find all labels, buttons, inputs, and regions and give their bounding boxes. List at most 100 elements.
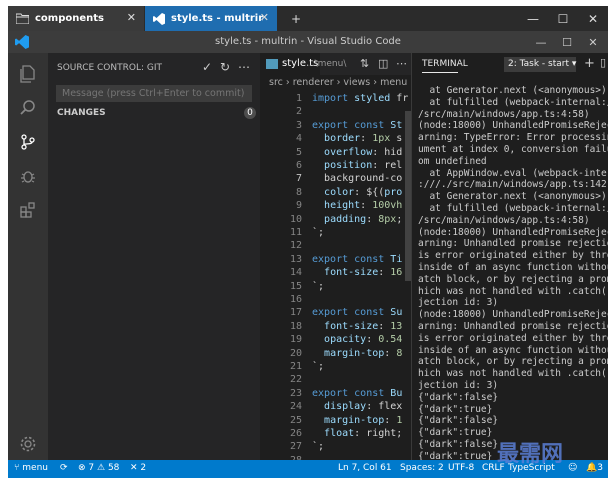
- os-tab-components[interactable]: components ✕: [8, 6, 144, 31]
- extra-problems-status[interactable]: ✕ 2: [130, 463, 146, 473]
- code-line[interactable]: font-size: 16: [312, 267, 402, 278]
- line-number: 26: [289, 428, 302, 439]
- encoding-status[interactable]: UTF-8: [448, 463, 474, 473]
- code-line[interactable]: position: rel: [312, 160, 402, 171]
- folder-icon: [16, 13, 29, 24]
- terminal-line: :///./src/main/windows/app.ts:142:49): [418, 179, 608, 191]
- line-number: 14: [289, 267, 302, 279]
- editor-pane: style.ts ...\menu\ ⇅ ◫ ⋯ src › renderer …: [260, 53, 411, 460]
- code-line[interactable]: export const St: [312, 120, 402, 131]
- vscode-minimize-button[interactable]: —: [528, 31, 554, 53]
- maximize-button[interactable]: ☐: [548, 6, 578, 31]
- line-number: 18: [289, 320, 302, 332]
- search-icon[interactable]: [17, 97, 39, 119]
- commit-check-icon[interactable]: ✓: [202, 60, 212, 74]
- warning-count: 58: [107, 463, 120, 473]
- sync-icon[interactable]: ⟳: [60, 463, 68, 473]
- terminal-line: {"dark":true}: [418, 403, 493, 415]
- watermark: 最需网: [497, 441, 564, 467]
- code-line[interactable]: `;: [312, 441, 324, 452]
- code-line[interactable]: `;: [312, 361, 324, 372]
- terminal-selector[interactable]: 2: Task - start ▾: [504, 57, 576, 72]
- changes-header[interactable]: CHANGES: [57, 108, 106, 118]
- terminal-line: hich was not handled with .catch(). (re: [418, 368, 608, 380]
- window-title: style.ts - multrin - Visual Studio Code: [215, 36, 401, 47]
- breadcrumb[interactable]: src › renderer › views › menu › co: [269, 77, 411, 88]
- source-control-icon[interactable]: [17, 131, 39, 153]
- more-actions-icon[interactable]: ⋯: [396, 57, 407, 70]
- refresh-icon[interactable]: ↻: [220, 60, 230, 74]
- indentation-status[interactable]: Spaces: 2: [400, 463, 444, 473]
- os-tab-bar: components ✕ style.ts - multrin - ... ✕ …: [8, 6, 608, 31]
- code-line[interactable]: float: right;: [312, 428, 402, 439]
- code-line[interactable]: import styled fr: [312, 93, 408, 104]
- os-tab-label: style.ts - multrin - ...: [171, 13, 263, 24]
- terminal-line: (node:18000) UnhandledPromiseRejectionW: [418, 120, 608, 132]
- branch-status[interactable]: ⑂ menu: [14, 463, 48, 473]
- line-number: 21: [289, 361, 302, 372]
- new-terminal-icon[interactable]: +: [584, 56, 595, 71]
- line-number: 4: [295, 133, 302, 145]
- line-number: 22: [289, 374, 302, 386]
- line-number: 24: [289, 401, 302, 413]
- code-line[interactable]: opacity: 0.54: [312, 334, 402, 345]
- close-icon[interactable]: ✕: [260, 11, 269, 24]
- terminal-tab[interactable]: TERMINAL: [422, 59, 468, 69]
- code-line[interactable]: font-size: 13: [312, 321, 402, 332]
- branch-name: menu: [22, 463, 48, 473]
- terminal-line: atch block, or by rejecting a promise w: [418, 356, 608, 368]
- line-number: 2: [295, 106, 302, 118]
- terminal-line: {"dark":false}: [418, 415, 499, 427]
- minimize-button[interactable]: —: [518, 6, 548, 31]
- close-icon[interactable]: ✕: [127, 11, 136, 24]
- code-line[interactable]: background-co: [312, 173, 402, 184]
- extensions-icon[interactable]: [17, 199, 39, 221]
- notifications-status[interactable]: 🔔3: [586, 463, 603, 473]
- code-line[interactable]: height: 100vh: [312, 200, 402, 211]
- terminal-line: at AppWindow.eval (webpack-internal: [429, 167, 608, 179]
- code-line[interactable]: margin-top: 1: [312, 415, 402, 426]
- new-tab-button[interactable]: +: [281, 6, 311, 31]
- code-line[interactable]: border: 1px s: [312, 133, 402, 144]
- terminal-panel: TERMINAL 2: Task - start ▾ + ▯ at Genera…: [411, 53, 608, 460]
- line-number: 11: [289, 227, 302, 238]
- os-tab-label: components: [35, 13, 104, 24]
- line-number: 17: [289, 307, 302, 319]
- settings-gear-icon[interactable]: [17, 433, 39, 455]
- close-window-button[interactable]: ✕: [578, 6, 608, 31]
- code-line[interactable]: export const Bu: [312, 388, 402, 399]
- code-line[interactable]: overflow: hid: [312, 147, 402, 158]
- code-line[interactable]: export const Su: [312, 307, 402, 318]
- vscode-maximize-button[interactable]: ☐: [554, 31, 580, 53]
- more-actions-icon[interactable]: ⋯: [238, 60, 250, 74]
- feedback-icon[interactable]: ☺: [568, 463, 577, 473]
- terminal-output[interactable]: at Generator.next (<anonymous>) at fulfi…: [418, 85, 608, 460]
- changes-count-badge: 0: [244, 107, 256, 119]
- terminal-line: {"dark":false}: [418, 391, 499, 403]
- line-number: 25: [289, 414, 302, 426]
- cursor-position[interactable]: Ln 7, Col 61: [338, 463, 392, 473]
- os-tab-vscode[interactable]: style.ts - multrin - ... ✕: [145, 6, 277, 31]
- terminal-line: is error originated either by throwing: [418, 250, 608, 262]
- terminal-line: /src/main/windows/app.ts:4:58): [418, 108, 590, 120]
- code-line[interactable]: `;: [312, 281, 324, 292]
- vscode-close-button[interactable]: ✕: [580, 31, 606, 53]
- commit-message-input[interactable]: [56, 85, 252, 102]
- debug-icon[interactable]: [17, 165, 39, 187]
- code-line[interactable]: color: ${(pro: [312, 187, 402, 198]
- terminal-line: arning: Unhandled promise rejection. Th: [418, 238, 608, 250]
- code-line[interactable]: export const Ti: [312, 254, 402, 265]
- preview-icon[interactable]: ◫: [378, 57, 388, 70]
- terminal-line: inside of an async function without a c: [418, 344, 608, 356]
- code-line[interactable]: display: flex: [312, 401, 402, 412]
- split-editor-icon[interactable]: ⇅: [360, 57, 369, 70]
- code-line[interactable]: `;: [312, 227, 324, 238]
- code-line[interactable]: margin-top: 8: [312, 348, 402, 359]
- terminal-tab-underline: [422, 72, 458, 73]
- files-icon[interactable]: [17, 63, 39, 85]
- more-actions-icon[interactable]: ▯: [600, 56, 606, 69]
- problems-status[interactable]: ⊗ 7 ⚠ 58: [78, 463, 119, 473]
- terminal-line: at fulfilled (webpack-internal:///.: [429, 96, 608, 108]
- error-count: 7: [88, 463, 95, 473]
- code-line[interactable]: padding: 8px;: [312, 214, 402, 225]
